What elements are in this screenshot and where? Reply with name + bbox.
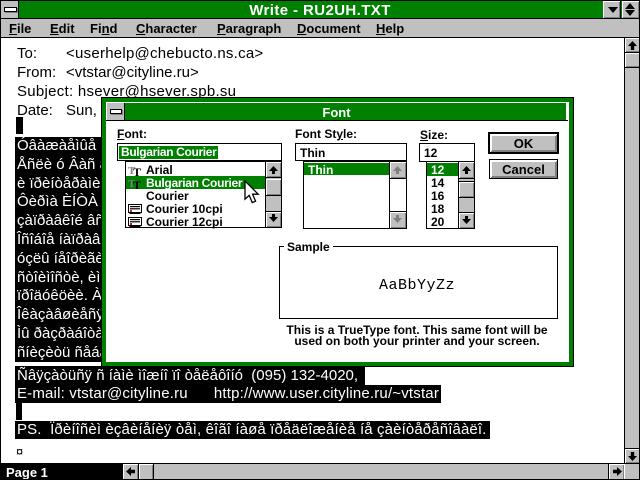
svg-text:T: T bbox=[133, 178, 141, 189]
svg-text:T: T bbox=[133, 165, 141, 176]
